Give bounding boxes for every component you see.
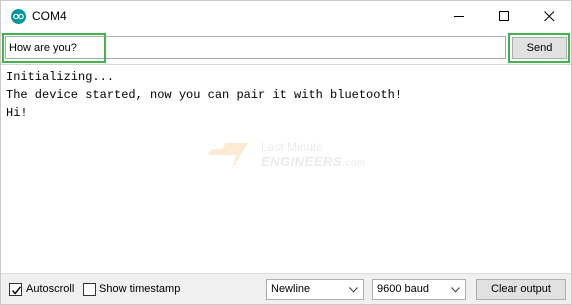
lightning-logo-icon xyxy=(208,143,248,169)
clear-output-button[interactable]: Clear output xyxy=(476,279,566,300)
window-title: COM4 xyxy=(32,9,67,23)
input-row: Send xyxy=(1,32,571,64)
autoscroll-label[interactable]: Autoscroll xyxy=(26,283,74,295)
line-ending-value: Newline xyxy=(271,283,311,295)
watermark-text-line1: Last Minute xyxy=(261,140,324,154)
output-line: Hi! xyxy=(6,106,28,120)
maximize-icon xyxy=(499,11,509,21)
chevron-down-icon xyxy=(349,287,358,293)
watermark: Last Minute ENGINEERS.com xyxy=(208,138,378,178)
send-button[interactable]: Send xyxy=(512,37,567,59)
close-button[interactable] xyxy=(527,1,572,32)
output-line: Initializing... xyxy=(6,70,115,84)
message-input[interactable] xyxy=(5,36,506,59)
baud-rate-select[interactable]: 9600 baud xyxy=(372,279,466,300)
bottom-bar: Autoscroll Show timestamp Newline 9600 b… xyxy=(1,273,571,304)
output-line: The device started, now you can pair it … xyxy=(6,88,403,102)
arduino-icon xyxy=(11,9,26,24)
serial-monitor-window: COM4 Send Initializing... The device sta… xyxy=(0,0,572,305)
baud-rate-value: 9600 baud xyxy=(377,283,429,295)
minimize-button[interactable] xyxy=(437,1,482,32)
autoscroll-checkbox[interactable] xyxy=(9,283,22,296)
minimize-icon xyxy=(454,16,464,17)
show-timestamp-checkbox[interactable] xyxy=(83,283,96,296)
checkmark-icon xyxy=(11,286,22,295)
show-timestamp-label[interactable]: Show timestamp xyxy=(99,283,180,295)
title-bar[interactable]: COM4 xyxy=(1,1,571,32)
maximize-button[interactable] xyxy=(482,1,527,32)
watermark-text-line2: ENGINEERS.com xyxy=(261,154,366,169)
serial-output[interactable]: Initializing... The device started, now … xyxy=(1,64,571,273)
close-icon xyxy=(544,11,555,22)
chevron-down-icon xyxy=(451,287,460,293)
line-ending-select[interactable]: Newline xyxy=(266,279,364,300)
